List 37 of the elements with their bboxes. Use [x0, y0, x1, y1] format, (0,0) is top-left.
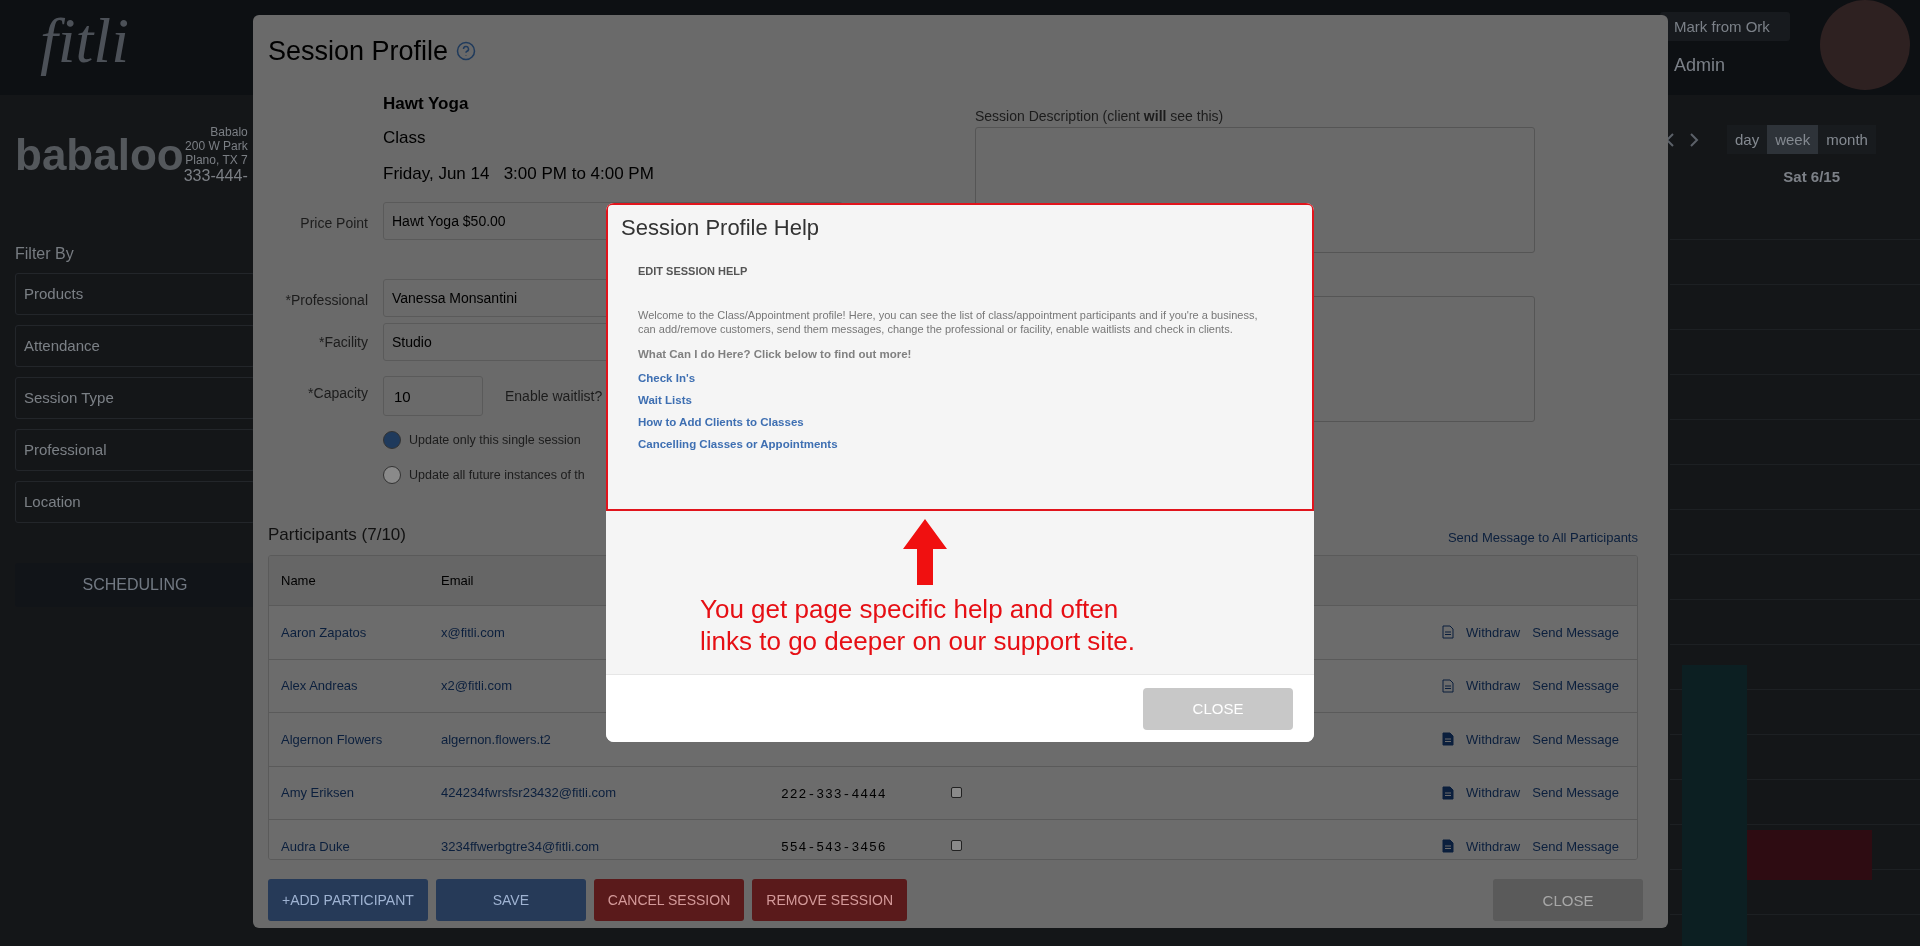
session-name: Hawt Yoga: [383, 93, 469, 115]
business-logo: babaloo: [15, 130, 184, 179]
field-label: *Capacity: [307, 385, 368, 401]
participant-email: x@fitli.com: [441, 624, 505, 640]
participant-email: x2@fitli.com: [441, 678, 512, 694]
address-line: 200 W Park: [185, 139, 248, 153]
help-prompt: What Can I do Here? Click below to find out more!: [638, 348, 912, 360]
day-header: Sat 6/15: [1783, 168, 1840, 185]
participant-email: algernon.flowers.t2: [441, 731, 551, 747]
filter-title: Filter By: [15, 245, 75, 263]
help-heading: EDIT SESSION HELP: [638, 265, 748, 277]
address-line: Plano, TX 7: [185, 153, 248, 167]
waitlist-label: Enable waitlist?: [505, 388, 603, 404]
participants-title: Participants (7/10): [268, 525, 406, 545]
session-type: Class: [383, 127, 426, 149]
column-header: Email: [441, 573, 474, 588]
field-label: *Facility: [318, 334, 368, 350]
annotation-text: links to go deeper on our support site.: [700, 625, 1136, 657]
participant-phone: 554-543-3456: [781, 840, 887, 856]
role-label: Admin: [1673, 55, 1727, 76]
participant-email: 3234ffwerbgtre34@fitli.com: [441, 838, 600, 854]
radio-label: Update all future instances of th: [409, 467, 585, 482]
modal-title: Session Profile: [268, 35, 449, 67]
annotation-text: You get page specific help and often: [700, 593, 1119, 625]
participant-email: 424234fwrsfsr23432@fitli.com: [441, 785, 617, 801]
description-label: Session Description (client will see this): [975, 108, 1225, 124]
field-label: *Professional: [284, 291, 368, 308]
address-line: Babalo: [210, 125, 248, 139]
fitli-logo: fitli: [40, 4, 129, 78]
field-label: Price Point: [299, 214, 368, 231]
column-header: Name: [281, 573, 316, 588]
participant-phone: 222-333-4444: [781, 786, 887, 802]
radio-label: Update only this single session: [409, 432, 581, 447]
session-datetime: Friday, Jun 14 3:00 PM to 4:00 PM: [383, 163, 654, 185]
business-phone: 333-444-: [183, 167, 248, 185]
help-text: Welcome to the Class/Appointment profile! Here, you can see the list of class/appointment participants and if you're a business, can add/remove customers, send them messages, change the professional or facility, enable waitlists and check in clients.: [638, 308, 1259, 336]
dialog-title: Session Profile Help: [621, 215, 820, 241]
